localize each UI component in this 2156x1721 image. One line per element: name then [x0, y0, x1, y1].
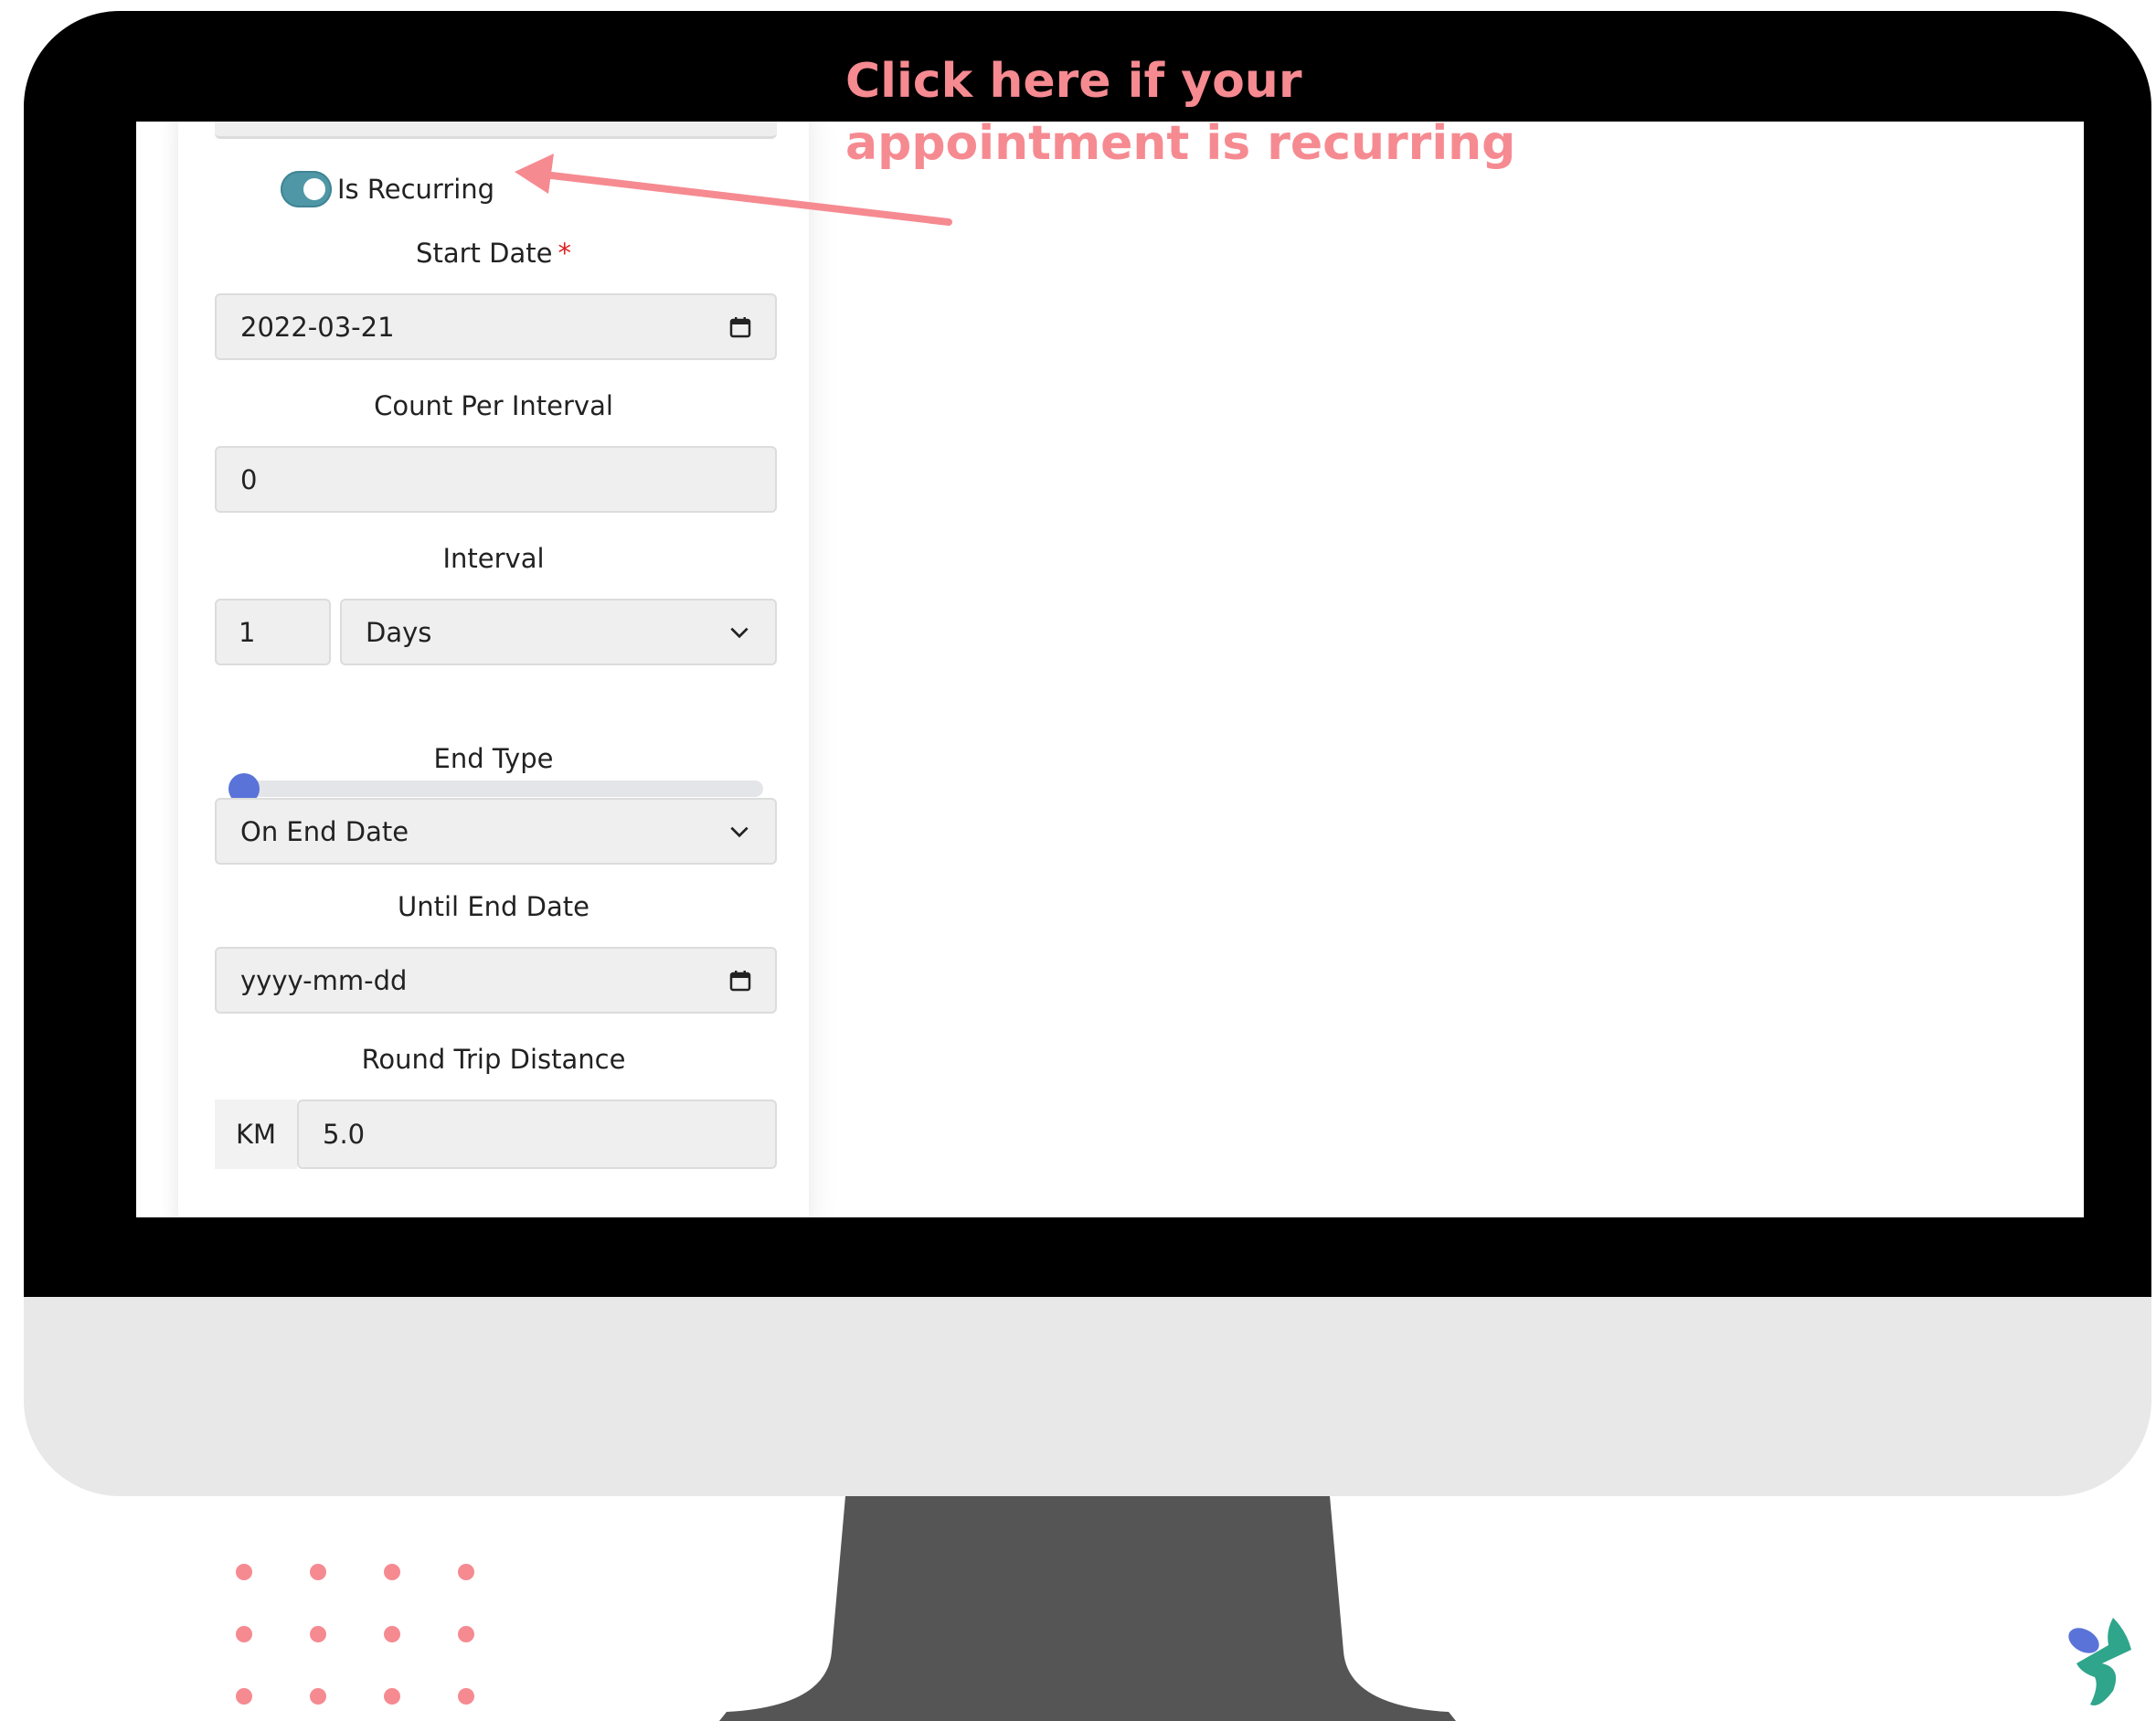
screen: Is Recurring Start Date * 2022-03-21 Coun…: [136, 122, 2084, 1217]
previous-field-partial[interactable]: [215, 122, 777, 139]
interval-number-input[interactable]: 1: [215, 599, 331, 665]
count-per-interval-label: Count Per Interval: [374, 390, 613, 421]
toggle-knob: [303, 178, 325, 200]
appointment-form-panel: Is Recurring Start Date * 2022-03-21 Coun…: [178, 122, 809, 1217]
start-date-value: 2022-03-21: [240, 311, 395, 343]
chevron-down-icon: [730, 826, 749, 837]
annotation-callout: Click here if your appointment is recurr…: [845, 50, 1759, 175]
round-trip-distance-value: 5.0: [323, 1119, 366, 1150]
start-date-label-text: Start Date: [416, 238, 553, 269]
end-type-select[interactable]: On End Date: [215, 798, 777, 865]
calendar-icon[interactable]: [729, 316, 751, 338]
end-type-label: End Type: [433, 743, 554, 774]
interval-label: Interval: [442, 543, 545, 574]
end-type-value: On End Date: [240, 815, 409, 847]
calendar-icon[interactable]: [729, 970, 751, 992]
annotation-line-1: Click here if your: [845, 54, 1302, 109]
until-end-date-label: Until End Date: [398, 891, 589, 922]
annotation-line-2: appointment is recurring: [845, 116, 1516, 171]
round-trip-distance-input[interactable]: 5.0: [297, 1100, 777, 1169]
monitor-frame: Is Recurring Start Date * 2022-03-21 Coun…: [24, 11, 2151, 1496]
start-date-input[interactable]: 2022-03-21: [215, 293, 777, 360]
interval-unit-select[interactable]: Days: [340, 599, 777, 665]
until-end-date-input[interactable]: yyyy-mm-dd: [215, 947, 777, 1014]
interval-slider-track[interactable]: [228, 773, 763, 804]
count-per-interval-value: 0: [240, 463, 258, 495]
is-recurring-toggle[interactable]: [281, 171, 332, 207]
round-trip-distance-label: Round Trip Distance: [361, 1044, 626, 1075]
is-recurring-label[interactable]: Is Recurring: [337, 174, 494, 205]
start-date-label: Start Date *: [178, 238, 809, 269]
interval-number-value: 1: [239, 616, 256, 648]
until-end-date-placeholder: yyyy-mm-dd: [240, 964, 408, 996]
interval-unit-value: Days: [366, 616, 432, 648]
distance-unit-addon: KM: [215, 1100, 297, 1169]
decorative-dots: [236, 1564, 474, 1705]
brand-logo-icon: [2068, 1618, 2131, 1705]
required-mark: *: [558, 238, 571, 269]
chevron-down-icon: [730, 627, 749, 638]
monitor-stand: [719, 1496, 1456, 1721]
is-recurring-row[interactable]: Is Recurring: [281, 169, 494, 209]
count-per-interval-input[interactable]: 0: [215, 446, 777, 513]
